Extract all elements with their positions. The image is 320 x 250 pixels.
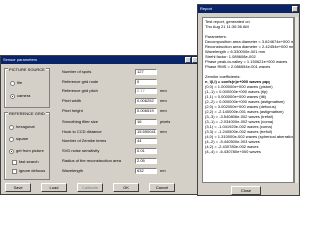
calibrate-button[interactable]: Calibrate xyxy=(77,183,103,192)
sensor-dialog-title: Sensor parameters xyxy=(3,57,38,62)
picture-source-title: PICTURE SOURCE xyxy=(8,67,46,72)
smoothing-filter-size-input[interactable]: 16 xyxy=(135,119,157,125)
pixel-width-input[interactable]: 0.006252 xyxy=(135,98,157,104)
hook-to-ccd-distance-input[interactable]: 15.590041 xyxy=(135,129,157,135)
field-unit: mm xyxy=(160,88,167,93)
report-line: (4,-4) = -6.430780e+000 waves xyxy=(205,149,261,154)
report-scrollbar[interactable] xyxy=(294,17,298,183)
reference-grid-node-input[interactable]: 0 xyxy=(135,79,157,85)
report-dialog-title: Report xyxy=(200,6,213,11)
field-label-reconstruction-radius: Radius of the reconstruction area xyxy=(62,158,121,163)
field-label-reference-grid-pitch: Reference grid pitch xyxy=(62,88,98,93)
radio-file-label: file xyxy=(17,80,23,85)
close-button[interactable]: Close xyxy=(231,186,261,195)
minimize-icon[interactable] xyxy=(185,57,191,63)
field-unit: nm xyxy=(160,168,166,173)
checkbox-fast-search[interactable] xyxy=(12,160,17,165)
report-dialog-window-controls xyxy=(292,6,298,12)
field-label-svd-noise-sensitivity: SVD noise sensitivity xyxy=(62,148,100,153)
ok-button[interactable]: OK xyxy=(113,183,139,192)
checkbox-fast-search-label: fast search xyxy=(19,159,39,164)
checkbox-ignore-defocus-label: ignore defocus xyxy=(19,168,46,173)
radio-hexagonal-label: hexagonal xyxy=(16,124,35,129)
reference-grid-group: REFERENCE GRID hexagonal square get from… xyxy=(4,111,50,180)
radio-camera[interactable] xyxy=(10,94,15,99)
cancel-button[interactable]: Cancel xyxy=(149,183,175,192)
field-label-number-of-zernike-terms: Number of Zernike terms xyxy=(62,138,107,143)
reference-grid-pitch-input[interactable]: 0.17 xyxy=(135,88,157,94)
reconstruction-radius-input[interactable]: 2.05 xyxy=(135,158,157,164)
radio-camera-label: camera xyxy=(17,93,31,98)
field-unit: mm xyxy=(160,108,167,113)
picture-source-group: PICTURE SOURCE file camera xyxy=(4,67,50,108)
field-unit: mm xyxy=(160,98,167,103)
sensor-dialog-titlebar[interactable]: Sensor parameters xyxy=(1,56,199,64)
report-dialog: Report Test report, generated on Thu Aug … xyxy=(197,4,300,196)
report-text-area[interactable]: Test report, generated on Thu Aug 21 11:3… xyxy=(202,17,294,183)
field-label-pixel-width: Pixel width xyxy=(62,98,82,103)
reference-grid-title: REFERENCE GRID xyxy=(8,111,46,116)
svd-noise-sensitivity-input[interactable]: 0.01 xyxy=(135,148,157,154)
field-label-reference-grid-node: Reference grid node xyxy=(62,79,99,84)
radio-square[interactable] xyxy=(9,137,14,142)
close-icon[interactable] xyxy=(292,6,298,12)
pixel-height-input[interactable]: 0.006519 xyxy=(135,108,157,114)
number-of-spots-input[interactable]: 127 xyxy=(135,69,157,75)
field-unit: mm xyxy=(160,129,167,134)
wavelength-input[interactable]: 632 xyxy=(135,168,157,174)
radio-get-from-picture[interactable] xyxy=(9,149,14,154)
field-label-hook-to-ccd-distance: Hook to CCD distance xyxy=(62,129,102,134)
load-button[interactable]: Load xyxy=(41,183,67,192)
field-label-number-of-spots: Number of spots xyxy=(62,69,92,74)
checkbox-ignore-defocus[interactable] xyxy=(12,169,17,174)
save-button[interactable]: Save xyxy=(5,183,31,192)
report-dialog-titlebar[interactable]: Report xyxy=(198,5,299,13)
radio-hexagonal[interactable] xyxy=(9,125,14,130)
desktop: Sensor parameters PICTURE SOURCE file ca… xyxy=(0,0,300,250)
field-label-pixel-height: Pixel height xyxy=(62,108,83,113)
field-unit: pixels xyxy=(160,119,171,124)
radio-file[interactable] xyxy=(10,81,15,86)
radio-get-from-picture-label: get from picture xyxy=(16,148,44,153)
field-label-smoothing-filter-size: Smoothing filter size xyxy=(62,119,99,124)
number-of-zernike-terms-input[interactable]: 44 xyxy=(135,138,157,144)
field-label-wavelength: Wavelength xyxy=(62,168,83,173)
sensor-parameters-dialog: Sensor parameters PICTURE SOURCE file ca… xyxy=(0,55,200,195)
radio-square-label: square xyxy=(16,136,29,141)
